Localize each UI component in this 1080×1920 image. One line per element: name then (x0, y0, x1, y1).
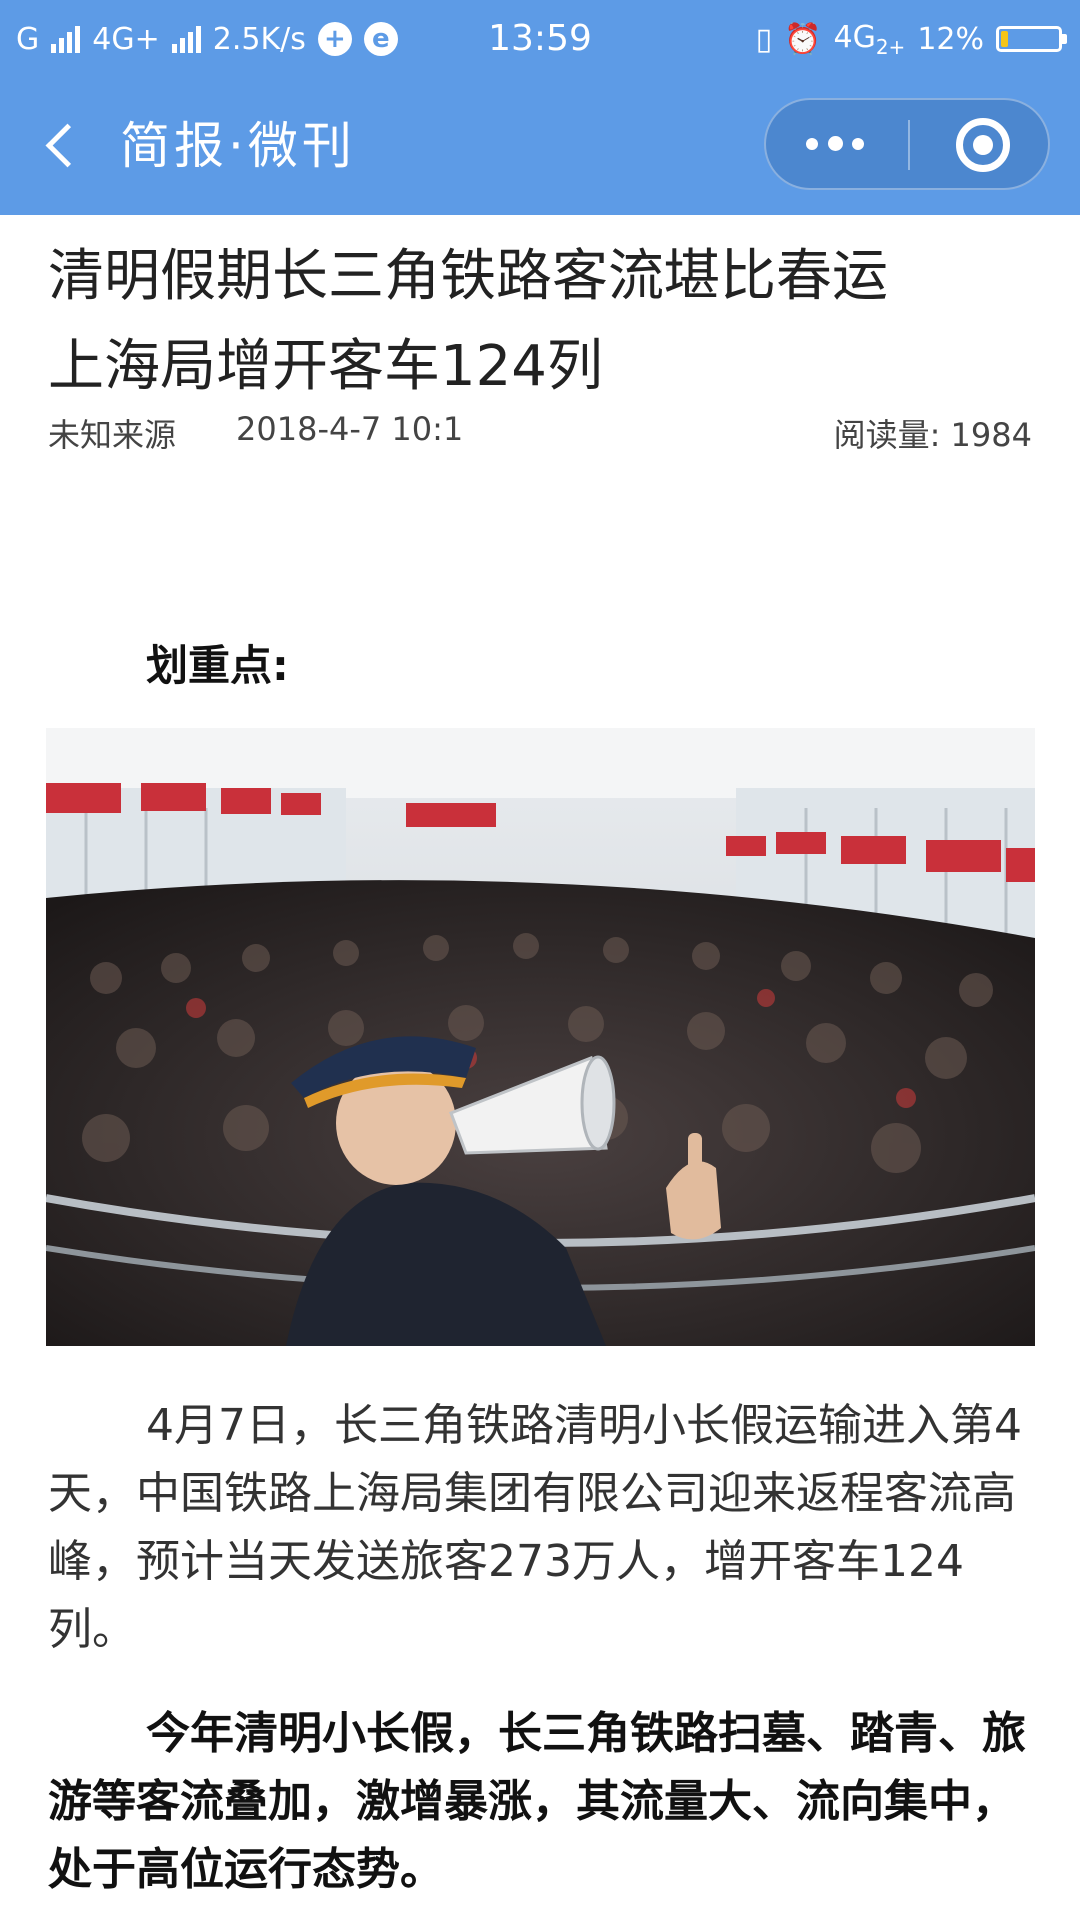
vibrate-icon: ▯ (755, 21, 773, 57)
sync-notification-icon: e (363, 22, 398, 56)
network-2-label: 4G2+ (833, 19, 906, 59)
article-photo[interactable] (46, 728, 1035, 1346)
article-title-line-2: 上海局增开客车124列 (48, 334, 603, 399)
alarm-icon: ⏰ (784, 21, 822, 57)
article-date: 2018-4-7 10:1 (236, 410, 464, 448)
network-label: 4G+ (92, 21, 160, 57)
battery-fill (1001, 31, 1008, 47)
article-source: 未知来源 (48, 416, 177, 454)
status-left: G 4G+ 2.5K/s + e (16, 0, 398, 78)
signal-icon-2 (171, 25, 201, 53)
mini-program-capsule (764, 98, 1050, 190)
signal-icon (51, 25, 81, 53)
article-paragraph-2: 今年清明小长假，长三角铁路扫墓、踏青、旅游等客流叠加，激增暴涨，其流量大、流向集… (48, 1708, 1026, 1895)
article-title: 清明假期长三角铁路客流堪比春运 上海局增开客车124列 (48, 232, 1038, 412)
status-bar: G 4G+ 2.5K/s + e 13:59 ▯ ⏰ 4G2+ 12% (0, 0, 1080, 78)
read-count: 阅读量: 1984 (833, 416, 1032, 454)
more-button[interactable] (766, 100, 908, 188)
article-paragraph-1: 4月7日，长三角铁路清明小长假运输进入第4天，中国铁路上海局集团有限公司迎来返程… (48, 1400, 1022, 1655)
highlight-label: 划重点: (146, 641, 289, 690)
crowd-photo-illustration (46, 728, 1035, 1346)
app-notification-icon: + (317, 22, 352, 56)
close-mini-program-button[interactable] (910, 100, 1050, 188)
battery-percent: 12% (917, 21, 984, 57)
nav-title: 简报·微刊 (120, 117, 356, 175)
carrier-label: G (16, 21, 40, 57)
article-meta: 未知来源 2018-4-7 10:1 阅读量: 1984 (48, 410, 1032, 460)
network-speed: 2.5K/s (212, 21, 306, 57)
battery-icon (996, 26, 1067, 52)
nav-bar: 简报·微刊 (0, 78, 1080, 215)
more-dots-icon (806, 138, 818, 150)
article-title-line-1: 清明假期长三角铁路客流堪比春运 (48, 244, 888, 309)
status-right: ▯ ⏰ 4G2+ 12% (755, 0, 1067, 78)
back-button[interactable] (36, 114, 96, 178)
